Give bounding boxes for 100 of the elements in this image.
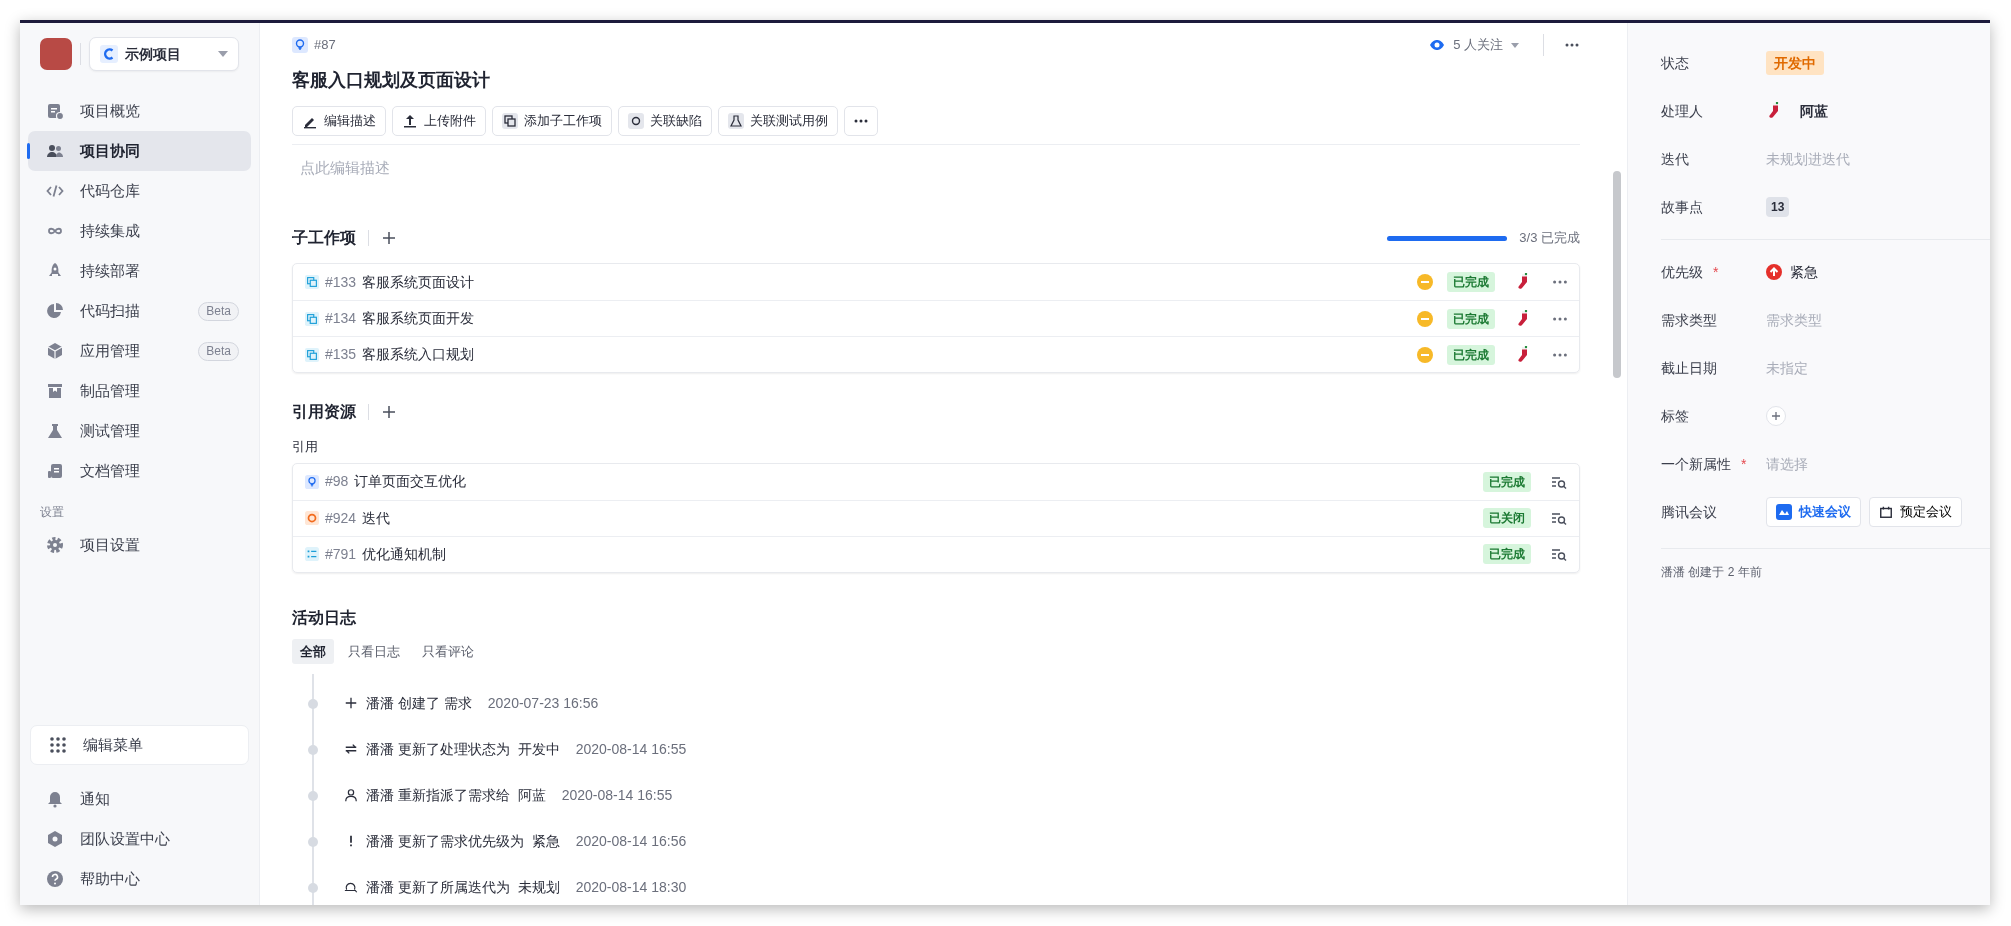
item-title: 迭代 bbox=[362, 508, 391, 528]
nav-item[interactable]: 团队设置中心 bbox=[28, 819, 251, 859]
property-label: 处理人 bbox=[1661, 101, 1703, 121]
nav-item[interactable]: 持续集成 bbox=[28, 211, 251, 251]
item-id: #98 bbox=[325, 472, 349, 491]
watchers-button[interactable]: 5 人关注 bbox=[1425, 35, 1523, 55]
copy-icon bbox=[305, 275, 319, 289]
grid-icon bbox=[49, 736, 67, 754]
help-icon bbox=[46, 870, 64, 888]
item-title: 订单页面交互优化 bbox=[354, 472, 467, 491]
assignee-name[interactable]: 阿蓝 bbox=[1800, 100, 1828, 122]
story-points[interactable]: 13 bbox=[1766, 197, 1790, 217]
pie-chart-icon bbox=[46, 302, 64, 320]
property-label: 腾讯会议 bbox=[1661, 502, 1717, 522]
filter-tab[interactable]: 全部 bbox=[292, 638, 334, 664]
ring-icon bbox=[305, 511, 319, 525]
plus-icon bbox=[1771, 411, 1781, 421]
property-label: 优先级 bbox=[1661, 262, 1703, 282]
priority-icon bbox=[1417, 274, 1433, 290]
flask-icon bbox=[46, 422, 64, 440]
filter-tab[interactable]: 只看日志 bbox=[340, 638, 408, 664]
list-icon bbox=[305, 547, 319, 561]
priority-icon bbox=[1417, 346, 1433, 363]
toolbar-button[interactable]: 编辑描述 bbox=[292, 106, 386, 136]
people-icon bbox=[46, 142, 64, 160]
more-button[interactable] bbox=[844, 106, 878, 136]
add-button[interactable] bbox=[381, 404, 397, 420]
nav-item[interactable]: 项目设置 bbox=[28, 525, 251, 565]
nav-item[interactable]: 制品管理 bbox=[28, 371, 251, 411]
copy-icon bbox=[502, 113, 518, 129]
beta-tag: Beta bbox=[198, 301, 239, 321]
nav-item[interactable]: 项目概览 bbox=[28, 91, 251, 131]
status-tag: 已完成 bbox=[1447, 272, 1495, 292]
section-title: 子工作项 bbox=[292, 228, 356, 248]
property-label: 一个新属性 bbox=[1661, 454, 1731, 474]
add-tag-button[interactable] bbox=[1766, 406, 1786, 426]
property-label: 截止日期 bbox=[1661, 358, 1717, 378]
flask-icon bbox=[728, 113, 744, 129]
plus-icon bbox=[381, 404, 397, 420]
plus-icon bbox=[381, 230, 397, 246]
document-icon bbox=[46, 462, 64, 480]
status-tag: 已完成 bbox=[1447, 308, 1495, 329]
gear-icon bbox=[46, 536, 64, 554]
required-mark: * bbox=[1741, 454, 1747, 474]
subtask-row[interactable]: #135 客服系统入口规划 已完成 bbox=[293, 336, 1579, 372]
section-label: 设置 bbox=[39, 504, 65, 521]
item-id: #135 bbox=[325, 345, 357, 364]
eye-icon bbox=[1429, 37, 1446, 53]
property-label: 标签 bbox=[1661, 406, 1689, 426]
lightbulb-icon bbox=[292, 37, 308, 53]
edit-menu-button[interactable]: 编辑菜单 bbox=[30, 725, 249, 765]
item-title: 客服系统页面设计 bbox=[362, 272, 475, 292]
toolbar-button[interactable]: 关联缺陷 bbox=[618, 106, 712, 136]
nav-item[interactable]: 项目协同 bbox=[28, 131, 251, 171]
item-title: 客服系统入口规划 bbox=[362, 345, 475, 364]
archive-box-icon bbox=[46, 382, 64, 400]
nav-item[interactable]: 持续部署 bbox=[28, 251, 251, 291]
toolbar-button[interactable]: 添加子工作项 bbox=[492, 106, 612, 136]
nav-item[interactable]: 帮助中心 bbox=[28, 859, 251, 899]
lightbulb-icon bbox=[305, 474, 319, 489]
filter-tab[interactable]: 只看评论 bbox=[414, 638, 482, 664]
issue-title: 客服入口规划及页面设计 bbox=[292, 69, 491, 92]
cube-icon bbox=[46, 342, 64, 360]
plus-icon bbox=[344, 696, 358, 710]
nav-item[interactable]: 测试管理 bbox=[28, 411, 251, 451]
reference-row[interactable]: #98 订单页面交互优化 已完成 bbox=[293, 463, 1579, 500]
more-icon bbox=[1553, 280, 1567, 284]
document-icon bbox=[46, 102, 64, 120]
scrollbar[interactable] bbox=[1613, 171, 1621, 378]
beta-tag: Beta bbox=[198, 341, 239, 361]
meeting-button[interactable]: 预定会议 bbox=[1869, 497, 1962, 527]
subtask-row[interactable]: #134 客服系统页面开发 已完成 bbox=[293, 300, 1579, 336]
meeting-button[interactable]: 快速会议 bbox=[1766, 497, 1861, 527]
toolbar-button[interactable]: 关联测试用例 bbox=[718, 106, 838, 136]
section-title: 引用资源 bbox=[292, 402, 356, 422]
upload-icon bbox=[402, 113, 418, 129]
list-search-icon bbox=[1551, 546, 1567, 562]
status-tag: 已完成 bbox=[1483, 471, 1531, 492]
reference-row[interactable]: #791 优化通知机制 已完成 bbox=[293, 535, 1579, 572]
status-tag: 已完成 bbox=[1483, 544, 1531, 564]
add-button[interactable] bbox=[381, 230, 397, 246]
nav-item[interactable]: 通知 bbox=[28, 779, 251, 819]
caret-icon bbox=[1511, 42, 1519, 48]
item-id: #791 bbox=[325, 544, 357, 564]
nav-item[interactable]: 代码仓库 bbox=[28, 171, 251, 211]
hexagon-icon bbox=[46, 830, 64, 848]
person-icon bbox=[344, 788, 358, 802]
up-arrow-icon bbox=[1766, 264, 1782, 280]
nav-item[interactable]: 代码扫描 Beta bbox=[28, 291, 251, 331]
nav-item[interactable]: 应用管理 Beta bbox=[28, 331, 251, 371]
copy-icon bbox=[305, 311, 319, 326]
property-label: 故事点 bbox=[1661, 197, 1703, 217]
progress-text: 3/3 已完成 bbox=[1519, 229, 1580, 248]
toolbar-button[interactable]: 上传附件 bbox=[392, 106, 486, 136]
reference-row[interactable]: #924 迭代 已关闭 bbox=[293, 499, 1579, 536]
priority-value[interactable]: 紧急 bbox=[1790, 261, 1818, 283]
subtask-row[interactable]: #133 客服系统页面设计 已完成 bbox=[293, 264, 1579, 300]
calendar-icon bbox=[1879, 505, 1893, 519]
nav-item[interactable]: 文档管理 bbox=[28, 451, 251, 491]
project-selector[interactable]: 示例项目 bbox=[89, 37, 239, 71]
